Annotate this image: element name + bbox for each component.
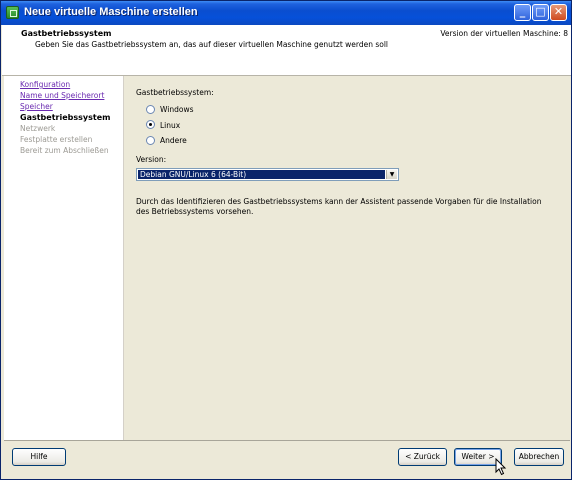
version-dropdown-value: Debian GNU/Linux 6 (64-Bit)	[138, 170, 385, 179]
radio-andere[interactable]	[146, 136, 155, 145]
radio-linux-label[interactable]: Linux	[160, 121, 180, 130]
nav-item-gastbetriebssystem: Gastbetriebssystem	[20, 113, 111, 122]
content-panel	[124, 76, 570, 440]
window-title: Neue virtuelle Maschine erstellen	[24, 6, 198, 18]
minimize-button[interactable]: _	[514, 4, 531, 21]
wizard-header: Gastbetriebssystem Geben Sie das Gastbet…	[2, 25, 571, 76]
nav-item-netzwerk: Netzwerk	[20, 124, 56, 133]
nav-item-name-und-speicherort[interactable]: Name und Speicherort	[20, 91, 104, 100]
version-dropdown[interactable]: Debian GNU/Linux 6 (64-Bit) ▼	[136, 168, 399, 181]
back-button[interactable]: < Zurück	[398, 448, 447, 466]
mouse-pointer-icon	[495, 458, 507, 476]
vm-app-icon	[6, 6, 19, 19]
guest-os-label: Gastbetriebssystem:	[136, 88, 214, 97]
nav-item-festplatte-erstellen: Festplatte erstellen	[20, 135, 93, 144]
radio-linux[interactable]	[146, 120, 155, 129]
help-button[interactable]: Hilfe	[12, 448, 66, 466]
nav-item-konfiguration[interactable]: Konfiguration	[20, 80, 70, 89]
chevron-down-icon[interactable]: ▼	[386, 170, 397, 179]
nav-item-bereit-zum-abschliessen: Bereit zum Abschließen	[20, 146, 109, 155]
description-text: Durch das Identifizieren des Gastbetrieb…	[136, 197, 542, 216]
wizard-window: Neue virtuelle Maschine erstellen _ □ ✕ …	[0, 0, 572, 480]
footer-divider	[4, 440, 570, 441]
nav-item-speicher[interactable]: Speicher	[20, 102, 53, 111]
radio-windows[interactable]	[146, 105, 155, 114]
vm-version-label: Version der virtuellen Maschine: 8	[440, 29, 568, 38]
wizard-steps-nav: Konfiguration Name und Speicherort Speic…	[4, 76, 124, 440]
cancel-button[interactable]: Abbrechen	[514, 448, 564, 466]
maximize-button[interactable]: □	[532, 4, 549, 21]
version-label: Version:	[136, 155, 167, 164]
radio-andere-label[interactable]: Andere	[160, 136, 187, 145]
radio-windows-label[interactable]: Windows	[160, 105, 193, 114]
page-title: Gastbetriebssystem	[21, 29, 112, 38]
page-subtitle: Geben Sie das Gastbetriebssystem an, das…	[35, 40, 389, 49]
close-button[interactable]: ✕	[550, 4, 567, 21]
title-bar[interactable]: Neue virtuelle Maschine erstellen _ □ ✕	[1, 1, 571, 25]
